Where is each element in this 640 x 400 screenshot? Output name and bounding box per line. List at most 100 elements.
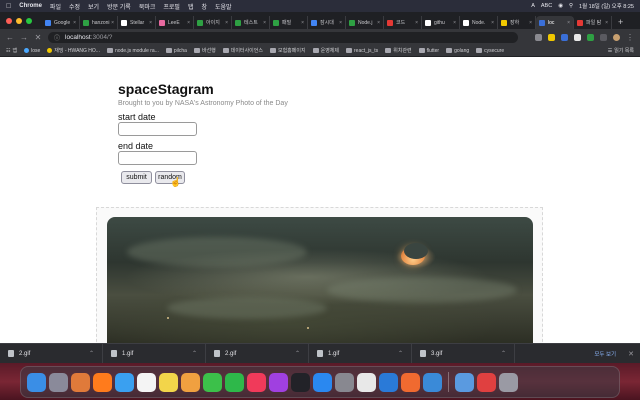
wifi-icon[interactable]: ◉ [558, 3, 563, 9]
bookmark-item[interactable]: cysecure [476, 48, 504, 54]
mail-icon[interactable] [115, 372, 134, 392]
extension-icon[interactable] [574, 33, 581, 41]
bookmark-item[interactable]: 위치관련 [385, 47, 412, 54]
chrome-icon[interactable] [357, 372, 376, 392]
browser-tab[interactable]: Google × [42, 16, 80, 29]
tab-close-icon[interactable]: × [529, 20, 532, 26]
screenshot-icon[interactable] [477, 372, 496, 392]
bookmark-star-icon[interactable] [548, 33, 555, 41]
tab-close-icon[interactable]: × [605, 20, 608, 26]
bookmark-item[interactable]: 바선행 [193, 47, 216, 54]
browser-tab[interactable]: 잠시대 × [308, 16, 346, 29]
tab-close-icon[interactable]: × [149, 20, 152, 26]
clock[interactable]: 1월 18일 (일) 오후 8:25 [579, 2, 634, 10]
chevron-up-icon[interactable]: ⌃ [89, 350, 94, 357]
browser-tab[interactable]: Node.j × [346, 16, 384, 29]
menu-item-file[interactable]: 파일 [50, 2, 61, 11]
photos-icon[interactable] [181, 372, 200, 392]
music-icon[interactable] [247, 372, 266, 392]
tab-close-icon[interactable]: × [567, 20, 570, 26]
browser-tab[interactable]: 테스트 × [232, 16, 270, 29]
browser-tab[interactable]: 장하 × [498, 16, 536, 29]
preview-icon[interactable] [455, 372, 474, 392]
apple-tv-icon[interactable] [291, 372, 310, 392]
menu-item-tab[interactable]: 탭 [188, 2, 194, 11]
share-icon[interactable] [535, 33, 542, 41]
tab-close-icon[interactable]: × [225, 20, 228, 26]
show-all-downloads-link[interactable]: 모두 보기 [594, 350, 616, 358]
bookmark-item[interactable]: 재밍 - HWANG HO... [47, 47, 100, 54]
quicktime-icon[interactable] [423, 372, 442, 392]
launchpad-icon[interactable] [49, 372, 68, 392]
facetime-icon[interactable] [225, 372, 244, 392]
download-item[interactable]: 1.gif ⌃ [309, 343, 412, 364]
close-window-button[interactable] [6, 17, 12, 24]
tab-close-icon[interactable]: × [301, 20, 304, 26]
system-preferences-icon[interactable] [335, 372, 354, 392]
more-menu-icon[interactable]: ⋮ [626, 33, 634, 42]
bookmark-item[interactable]: 모험홈페이지 [269, 47, 306, 54]
chevron-up-icon[interactable]: ⌃ [501, 350, 506, 357]
tab-close-icon[interactable]: × [187, 20, 190, 26]
bookmark-item[interactable]: lose [24, 48, 40, 54]
forward-icon[interactable]: → [20, 33, 28, 42]
postman-icon[interactable] [401, 372, 420, 392]
bookmark-item[interactable]: node.js module ra... [106, 48, 159, 54]
tab-close-icon[interactable]: × [453, 20, 456, 26]
app-store-icon[interactable] [313, 372, 332, 392]
browser-tab[interactable]: 파일 탐 × [574, 16, 612, 29]
profile-avatar[interactable] [613, 33, 620, 41]
notes-icon[interactable] [159, 372, 178, 392]
extension-icon[interactable] [561, 33, 568, 41]
apple-icon[interactable]:  [6, 3, 11, 10]
minimize-window-button[interactable] [16, 17, 22, 24]
bookmark-item[interactable]: pilcha [165, 48, 187, 54]
browser-tab[interactable]: 코드 × [384, 16, 422, 29]
browser-tab[interactable]: LeeE × [156, 16, 194, 29]
bookmark-item[interactable]: flutter [418, 48, 439, 54]
tab-close-icon[interactable]: × [111, 20, 114, 26]
chevron-up-icon[interactable]: ⌃ [192, 350, 197, 357]
browser-tab[interactable]: Node. × [460, 16, 498, 29]
podcasts-icon[interactable] [269, 372, 288, 392]
menu-item-bookmarks[interactable]: 북마크 [139, 2, 156, 11]
maximize-window-button[interactable] [26, 17, 32, 24]
back-icon[interactable]: ← [6, 33, 14, 42]
address-bar[interactable]: ⓘ localhost:3004/? [48, 31, 518, 43]
menu-item-profile[interactable]: 프로필 [163, 2, 180, 11]
input-source-abc[interactable]: ABC [541, 3, 552, 9]
browser-tab[interactable]: 아이지 × [194, 16, 232, 29]
download-item[interactable]: 2.gif ⌃ [206, 343, 309, 364]
close-icon[interactable]: ✕ [628, 350, 634, 358]
download-item[interactable]: 1.gif ⌃ [103, 343, 206, 364]
calendar-icon[interactable] [137, 372, 156, 392]
input-source-a[interactable]: A [531, 3, 535, 9]
reading-list[interactable]: ☰ 읽기 목록 [608, 47, 634, 55]
tab-close-icon[interactable]: × [339, 20, 342, 26]
chevron-up-icon[interactable]: ⌃ [295, 350, 300, 357]
menu-item-history[interactable]: 방문 기록 [107, 2, 131, 11]
bookmark-item[interactable]: golang [446, 48, 469, 54]
start-date-input[interactable] [118, 122, 197, 136]
download-item[interactable]: 3.gif ⌃ [412, 343, 515, 364]
browser-tab[interactable]: hanzoni × [80, 16, 118, 29]
bookmark-item[interactable]: 운영체제 [312, 47, 339, 54]
finder-icon[interactable] [27, 372, 46, 392]
browser-tab[interactable]: Stellar × [118, 16, 156, 29]
messages-icon[interactable] [203, 372, 222, 392]
menu-item-edit[interactable]: 수정 [69, 2, 80, 11]
bookmark-item[interactable]: 데이터사이언스 [222, 47, 263, 54]
menu-item-window[interactable]: 창 [201, 2, 207, 11]
search-icon[interactable]: ⚲ [569, 3, 573, 9]
puzzle-icon[interactable] [600, 33, 607, 41]
download-item[interactable]: 2.gif ⌃ [0, 343, 103, 364]
tab-close-icon[interactable]: × [263, 20, 266, 26]
end-date-input[interactable] [118, 151, 197, 165]
extension-icon[interactable] [587, 33, 594, 41]
tab-close-icon[interactable]: × [415, 20, 418, 26]
menu-item-view[interactable]: 보기 [88, 2, 99, 11]
launchpad-grid-icon[interactable] [71, 372, 90, 392]
bookmark-item[interactable]: react_js_ts [346, 48, 378, 54]
browser-tab[interactable]: 패밀 × [270, 16, 308, 29]
tab-close-icon[interactable]: × [491, 20, 494, 26]
